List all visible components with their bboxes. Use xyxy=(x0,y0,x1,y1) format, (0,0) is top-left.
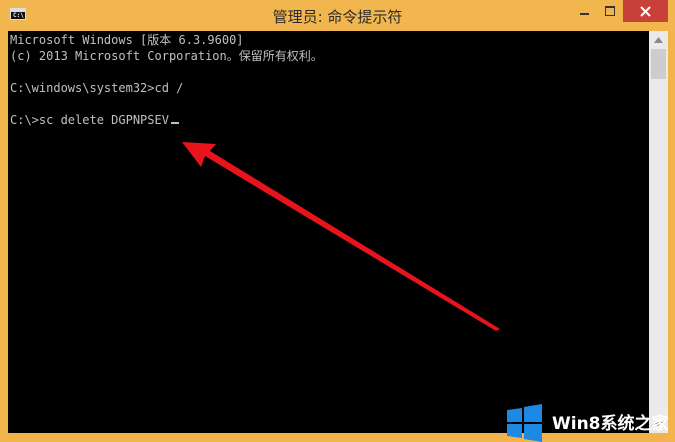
watermark-logo: Win8系统之家 xyxy=(505,403,675,442)
windows-logo-icon xyxy=(507,404,542,442)
command-prompt-window: C:\ 管理员: 命令提示符 Microsoft Windows [版本 6.3… xyxy=(0,0,675,442)
red-arrow-icon xyxy=(182,142,500,331)
watermark-text: Win8系统之家 xyxy=(552,414,669,434)
